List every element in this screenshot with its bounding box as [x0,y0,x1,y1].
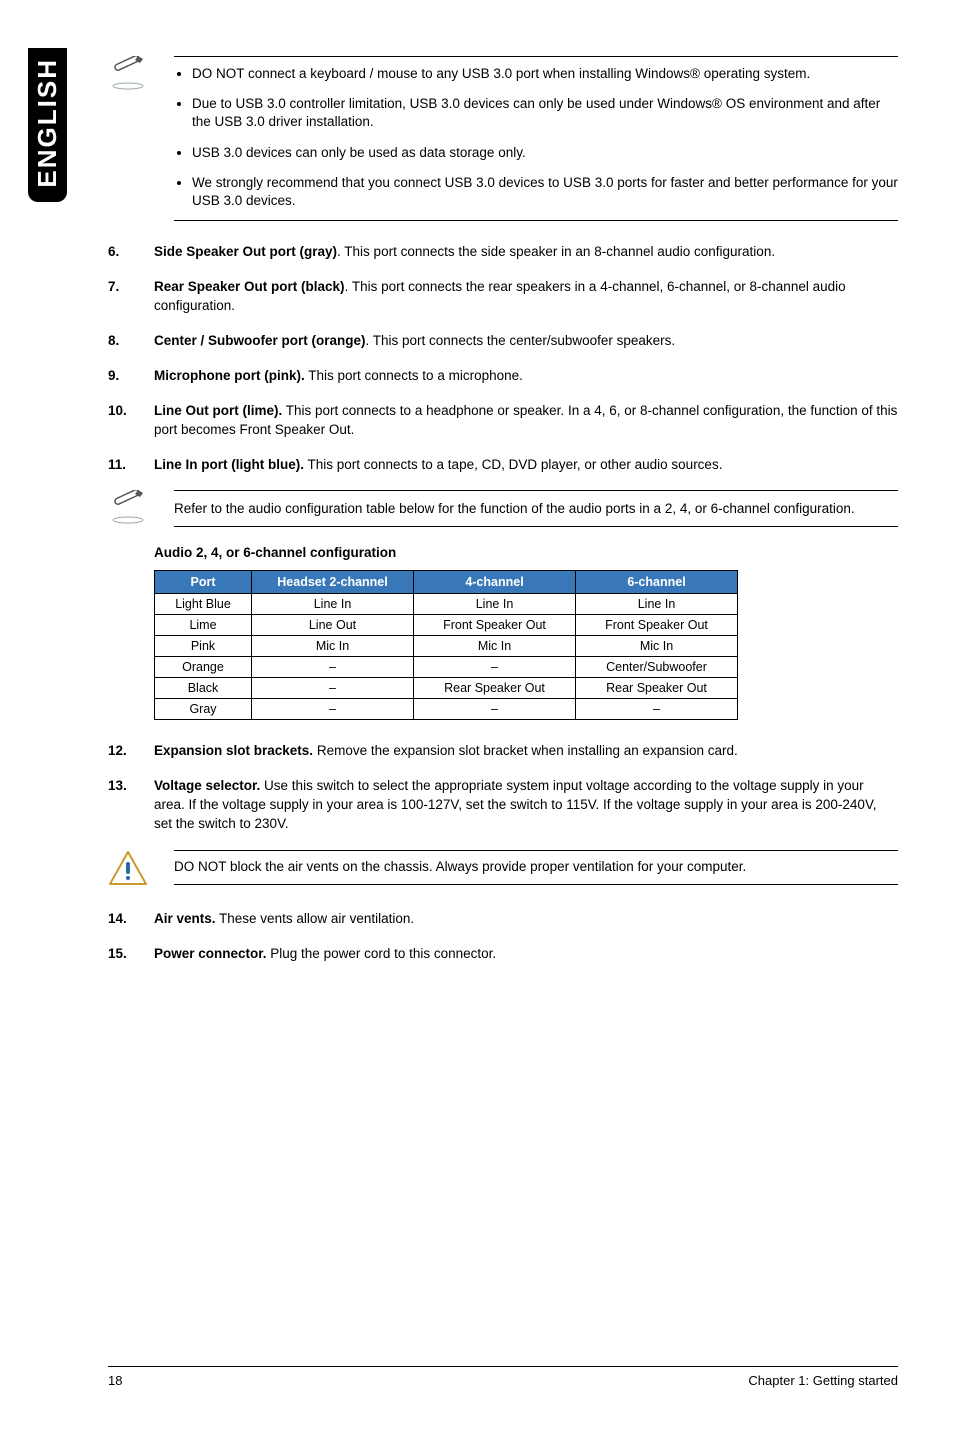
audio-config-table: Port Headset 2-channel 4-channel 6-chann… [154,570,738,720]
warning-rule-box: DO NOT block the air vents on the chassi… [174,850,898,885]
note-item: DO NOT connect a keyboard / mouse to any… [192,65,898,83]
list-item: 11.Line In port (light blue). This port … [108,456,898,475]
note-block-top: DO NOT connect a keyboard / mouse to any… [108,56,898,221]
note-text: Refer to the audio configuration table b… [174,501,898,516]
th-6ch: 6-channel [576,571,738,594]
audio-table-wrap: Port Headset 2-channel 4-channel 6-chann… [154,570,898,720]
table-row: LimeLine OutFront Speaker OutFront Speak… [155,615,738,636]
note-block-mid: Refer to the audio configuration table b… [108,490,898,527]
warning-block: DO NOT block the air vents on the chassi… [108,850,898,888]
table-row: Black–Rear Speaker OutRear Speaker Out [155,678,738,699]
table-row: Gray––– [155,699,738,720]
page-number: 18 [108,1373,122,1388]
list-item: 8.Center / Subwoofer port (orange). This… [108,332,898,351]
th-4ch: 4-channel [414,571,576,594]
list-item: 7.Rear Speaker Out port (black). This po… [108,278,898,316]
language-tab: ENGLISH [28,48,67,202]
note-rule-box: Refer to the audio configuration table b… [174,490,898,527]
note-rule-box: DO NOT connect a keyboard / mouse to any… [174,56,898,221]
pencil-icon [108,56,148,90]
table-row: Light BlueLine InLine InLine In [155,594,738,615]
table-heading: Audio 2, 4, or 6-channel configuration [154,545,898,560]
table-row: Orange––Center/Subwoofer [155,657,738,678]
note-list: DO NOT connect a keyboard / mouse to any… [174,65,898,210]
numbered-list-c: 14.Air vents. These vents allow air vent… [108,910,898,964]
chapter-label: Chapter 1: Getting started [748,1373,898,1388]
warning-text: DO NOT block the air vents on the chassi… [174,859,898,874]
list-item: 12.Expansion slot brackets. Remove the e… [108,742,898,761]
list-item: 14.Air vents. These vents allow air vent… [108,910,898,929]
list-item: 15.Power connector. Plug the power cord … [108,945,898,964]
numbered-list-b: 12.Expansion slot brackets. Remove the e… [108,742,898,834]
page-content: DO NOT connect a keyboard / mouse to any… [108,56,898,980]
warning-icon [108,850,148,888]
table-row: PinkMic InMic InMic In [155,636,738,657]
th-2ch: Headset 2-channel [252,571,414,594]
page-footer: 18 Chapter 1: Getting started [108,1366,898,1388]
list-item: 10.Line Out port (lime). This port conne… [108,402,898,440]
list-item: 9.Microphone port (pink). This port conn… [108,367,898,386]
pencil-icon [108,490,148,524]
list-item: 6.Side Speaker Out port (gray). This por… [108,243,898,262]
list-item: 13.Voltage selector. Use this switch to … [108,777,898,834]
numbered-list-a: 6.Side Speaker Out port (gray). This por… [108,243,898,474]
note-item: Due to USB 3.0 controller limitation, US… [192,95,898,131]
th-port: Port [155,571,252,594]
note-item: We strongly recommend that you connect U… [192,174,898,210]
note-item: USB 3.0 devices can only be used as data… [192,144,898,162]
